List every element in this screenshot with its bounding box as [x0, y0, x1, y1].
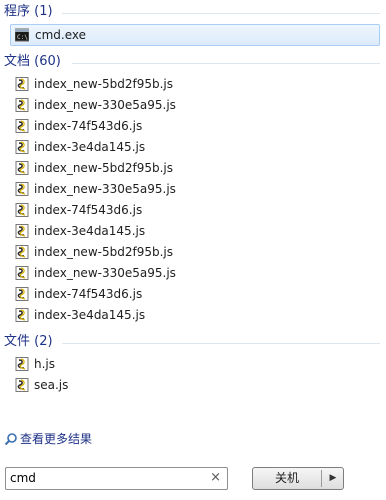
- result-item[interactable]: index_new-330e5a95.js: [0, 263, 386, 284]
- js-script-icon: [15, 182, 29, 196]
- js-script-icon: [15, 224, 29, 238]
- result-item[interactable]: index_new-330e5a95.js: [0, 95, 386, 116]
- result-item[interactable]: index-74f543d6.js: [0, 116, 386, 137]
- result-item[interactable]: index-74f543d6.js: [0, 284, 386, 305]
- result-item-label: index_new-5bd2f95b.js: [34, 245, 173, 259]
- result-item-label: index-3e4da145.js: [34, 308, 146, 322]
- result-item-cmd[interactable]: C:\ cmd.exe: [10, 24, 380, 46]
- result-item-label: sea.js: [34, 378, 69, 392]
- shutdown-options-arrow-icon[interactable]: ▶: [323, 468, 343, 489]
- see-more-results-link[interactable]: 查看更多结果: [4, 430, 92, 448]
- divider: [321, 470, 322, 487]
- js-script-icon: [15, 266, 29, 280]
- clear-search-icon[interactable]: ×: [210, 470, 221, 485]
- js-script-icon: [15, 119, 29, 133]
- js-script-icon: [15, 98, 29, 112]
- js-script-icon: [15, 308, 29, 322]
- result-item-label: cmd.exe: [35, 28, 87, 42]
- divider: [62, 13, 380, 14]
- result-item[interactable]: index-74f543d6.js: [0, 200, 386, 221]
- result-item-label: index-3e4da145.js: [34, 224, 146, 238]
- group-header-documents-label: 文档 (60): [4, 54, 61, 69]
- result-item[interactable]: index-3e4da145.js: [0, 221, 386, 242]
- js-script-icon: [15, 287, 29, 301]
- divider: [62, 343, 380, 344]
- result-item[interactable]: sea.js: [0, 375, 386, 396]
- js-script-icon: [15, 245, 29, 259]
- js-script-icon: [15, 161, 29, 175]
- shutdown-button-group: 关机 ▶: [252, 467, 344, 490]
- result-item-label: index_new-330e5a95.js: [34, 266, 176, 280]
- result-item-label: index-74f543d6.js: [34, 203, 143, 217]
- result-item-label: index-74f543d6.js: [34, 287, 143, 301]
- result-item-label: index-3e4da145.js: [34, 140, 146, 154]
- group-header-programs[interactable]: 程序 (1): [0, 2, 386, 22]
- result-item-label: index_new-5bd2f95b.js: [34, 161, 173, 175]
- js-script-icon: [15, 77, 29, 91]
- search-box[interactable]: ×: [5, 467, 228, 490]
- group-header-programs-label: 程序 (1): [4, 4, 53, 19]
- result-item[interactable]: index-3e4da145.js: [0, 305, 386, 326]
- shutdown-button[interactable]: 关机: [253, 468, 321, 489]
- result-item[interactable]: index_new-5bd2f95b.js: [0, 74, 386, 95]
- group-header-files[interactable]: 文件 (2): [0, 332, 386, 352]
- result-item[interactable]: h.js: [0, 354, 386, 375]
- js-script-icon: [15, 357, 29, 371]
- js-script-icon: [15, 378, 29, 392]
- result-item[interactable]: index_new-5bd2f95b.js: [0, 242, 386, 263]
- search-results-pane: 程序 (1) C:\ cmd.exe 文档 (60) index_new-5bd…: [0, 0, 386, 455]
- result-item-label: index_new-5bd2f95b.js: [34, 77, 173, 91]
- result-item[interactable]: index-3e4da145.js: [0, 137, 386, 158]
- see-more-results-label: 查看更多结果: [20, 432, 93, 446]
- svg-text:C:\: C:\: [17, 34, 28, 41]
- cmd-icon: C:\: [15, 28, 29, 42]
- result-item-label: index_new-330e5a95.js: [34, 182, 176, 196]
- result-item-label: index-74f543d6.js: [34, 119, 143, 133]
- js-script-icon: [15, 203, 29, 217]
- result-item[interactable]: index_new-330e5a95.js: [0, 179, 386, 200]
- result-item[interactable]: index_new-5bd2f95b.js: [0, 158, 386, 179]
- divider: [72, 63, 380, 64]
- js-script-icon: [15, 140, 29, 154]
- search-input[interactable]: [10, 469, 200, 487]
- result-item-label: index_new-330e5a95.js: [34, 98, 176, 112]
- result-item-label: h.js: [34, 357, 56, 371]
- group-header-documents[interactable]: 文档 (60): [0, 52, 386, 72]
- group-header-files-label: 文件 (2): [4, 334, 53, 349]
- search-icon: [4, 433, 17, 446]
